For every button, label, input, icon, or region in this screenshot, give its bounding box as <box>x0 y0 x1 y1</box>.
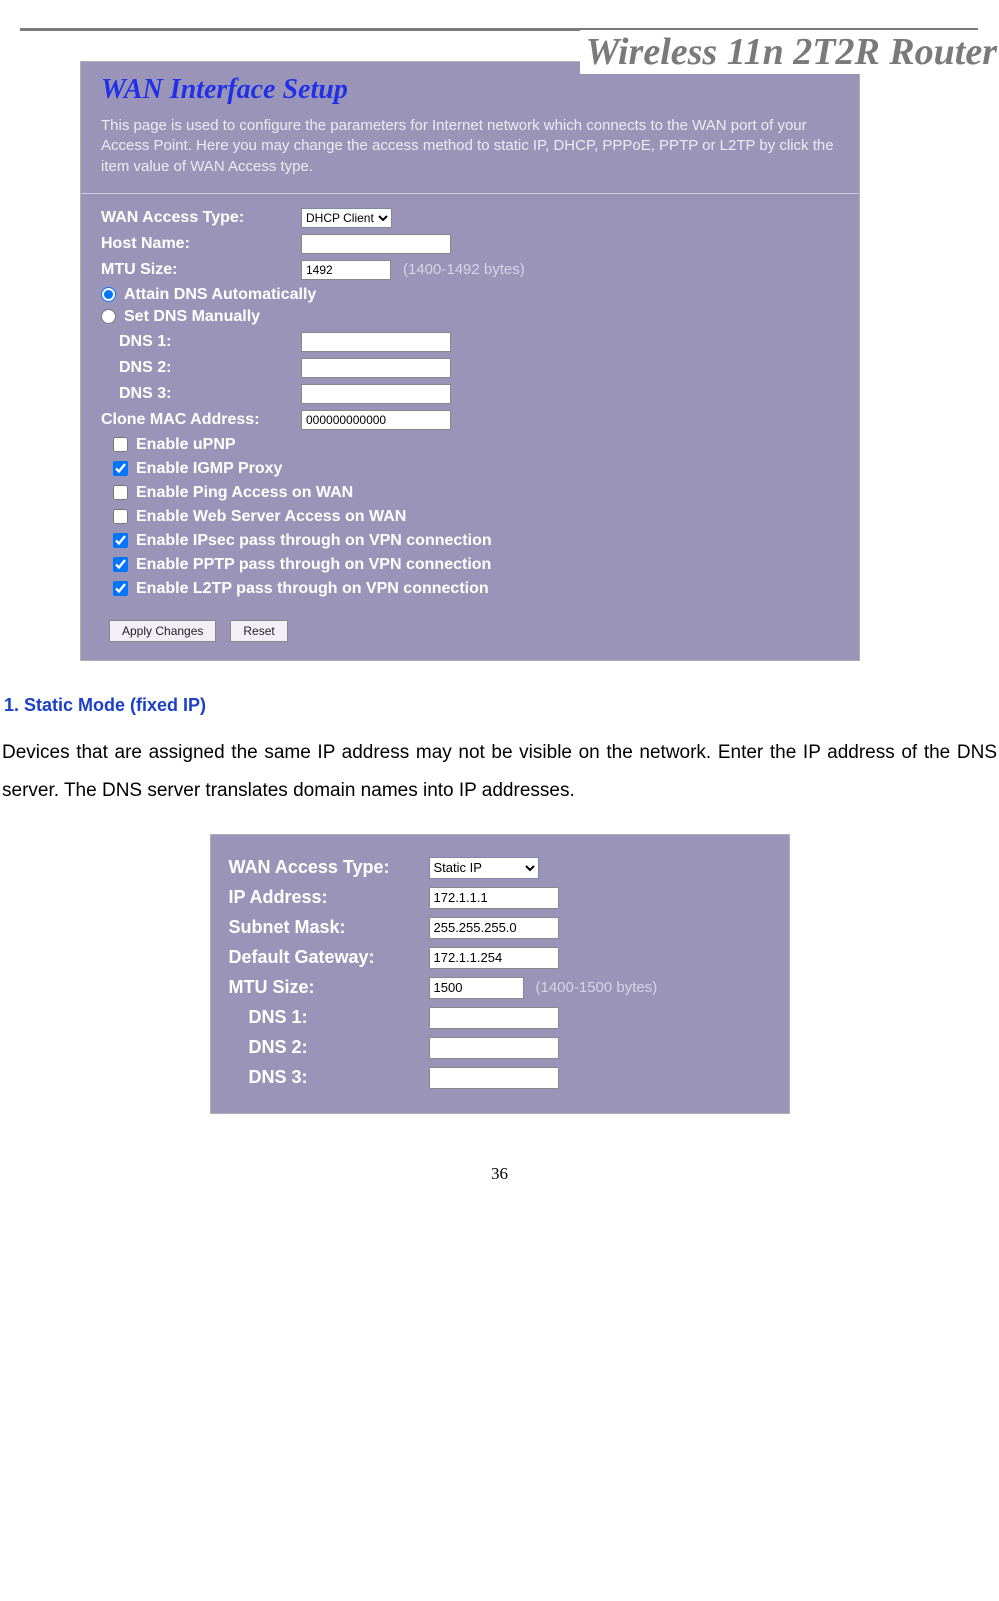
panel-title: WAN Interface Setup <box>101 74 839 106</box>
wan-setup-screenshot: WAN Interface Setup This page is used to… <box>80 61 860 661</box>
dns2-label: DNS 2: <box>101 359 301 377</box>
mtu-size-hint-2: (1400-1500 bytes) <box>536 979 658 996</box>
mtu-size-hint: (1400-1492 bytes) <box>403 261 525 278</box>
mtu-size-input-2[interactable] <box>429 977 524 999</box>
enable-ping-wan-label: Enable Ping Access on WAN <box>136 484 353 502</box>
apply-changes-button[interactable]: Apply Changes <box>109 620 216 642</box>
dns1-label-2: DNS 1: <box>229 1007 429 1028</box>
enable-ipsec-passthrough-checkbox[interactable] <box>113 533 128 548</box>
dns3-input-2[interactable] <box>429 1067 559 1089</box>
enable-pptp-passthrough-label: Enable PPTP pass through on VPN connecti… <box>136 556 491 574</box>
attain-dns-auto-label: Attain DNS Automatically <box>124 286 316 304</box>
subnet-mask-label: Subnet Mask: <box>229 917 429 938</box>
enable-igmp-proxy-checkbox[interactable] <box>113 461 128 476</box>
mtu-size-label: MTU Size: <box>101 261 301 279</box>
enable-l2tp-passthrough-checkbox[interactable] <box>113 581 128 596</box>
enable-ipsec-passthrough-label: Enable IPsec pass through on VPN connect… <box>136 532 492 550</box>
attain-dns-auto-radio[interactable] <box>101 287 116 302</box>
mtu-size-input[interactable] <box>301 260 391 280</box>
wan-access-type-label-2: WAN Access Type: <box>229 857 429 878</box>
reset-button[interactable]: Reset <box>230 620 287 642</box>
set-dns-manual-label: Set DNS Manually <box>124 308 260 326</box>
set-dns-manual-radio[interactable] <box>101 309 116 324</box>
host-name-label: Host Name: <box>101 235 301 253</box>
clone-mac-input[interactable] <box>301 410 451 430</box>
dns2-label-2: DNS 2: <box>229 1037 429 1058</box>
panel-description: This page is used to configure the param… <box>101 116 839 177</box>
document-header-title: Wireless 11n 2T2R Router <box>580 30 997 74</box>
ip-address-label: IP Address: <box>229 887 429 908</box>
wan-access-type-label: WAN Access Type: <box>101 209 301 227</box>
default-gateway-input[interactable] <box>429 947 559 969</box>
dns1-input[interactable] <box>301 332 451 352</box>
mtu-size-label-2: MTU Size: <box>229 977 429 998</box>
dns3-input[interactable] <box>301 384 451 404</box>
default-gateway-label: Default Gateway: <box>229 947 429 968</box>
enable-igmp-proxy-label: Enable IGMP Proxy <box>136 460 282 478</box>
dns3-label: DNS 3: <box>101 385 301 403</box>
enable-ping-wan-checkbox[interactable] <box>113 485 128 500</box>
subnet-mask-input[interactable] <box>429 917 559 939</box>
dns2-input[interactable] <box>301 358 451 378</box>
dns3-label-2: DNS 3: <box>229 1067 429 1088</box>
enable-web-wan-checkbox[interactable] <box>113 509 128 524</box>
enable-pptp-passthrough-checkbox[interactable] <box>113 557 128 572</box>
enable-web-wan-label: Enable Web Server Access on WAN <box>136 508 406 526</box>
static-mode-heading: 1. Static Mode (fixed IP) <box>0 695 999 716</box>
enable-l2tp-passthrough-label: Enable L2TP pass through on VPN connecti… <box>136 580 489 598</box>
dns1-input-2[interactable] <box>429 1007 559 1029</box>
host-name-input[interactable] <box>301 234 451 254</box>
divider <box>81 193 859 194</box>
static-ip-screenshot: WAN Access Type: Static IP IP Address: S… <box>210 834 790 1114</box>
clone-mac-label: Clone MAC Address: <box>101 411 301 429</box>
ip-address-input[interactable] <box>429 887 559 909</box>
static-mode-paragraph: Devices that are assigned the same IP ad… <box>0 734 999 810</box>
wan-access-type-select-2[interactable]: Static IP <box>429 857 539 879</box>
enable-upnp-label: Enable uPNP <box>136 436 236 454</box>
enable-upnp-checkbox[interactable] <box>113 437 128 452</box>
page-number: 36 <box>0 1164 999 1198</box>
wan-access-type-select[interactable]: DHCP Client <box>301 208 392 228</box>
dns1-label: DNS 1: <box>101 333 301 351</box>
dns2-input-2[interactable] <box>429 1037 559 1059</box>
